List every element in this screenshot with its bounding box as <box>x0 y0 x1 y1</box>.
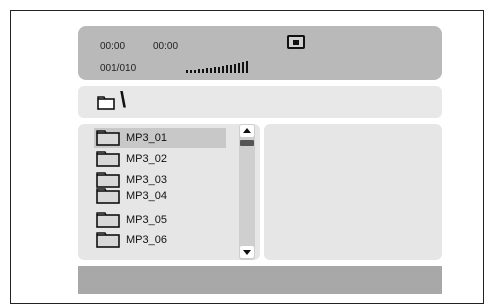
list-item-label: MP3_05 <box>126 214 167 226</box>
preview-pane <box>264 124 442 260</box>
file-list: MP3_01 MP3_02 MP3_03 MP3_04 MP3_05 MP3_0… <box>78 124 260 260</box>
list-item-mp3-01[interactable]: MP3_01 <box>94 128 226 148</box>
folder-icon <box>96 232 120 248</box>
list-item-label: MP3_01 <box>126 132 167 144</box>
list-item-mp3-06[interactable]: MP3_06 <box>94 230 226 250</box>
list-item-mp3-05[interactable]: MP3_05 <box>94 210 226 230</box>
elapsed-time: 00:00 <box>100 41 126 52</box>
list-item-label: MP3_03 <box>126 174 167 186</box>
arrow-down-icon <box>243 250 251 255</box>
status-bar: 00:00 00:00 001/010 <box>78 26 442 80</box>
folder-icon <box>96 151 120 167</box>
folder-icon <box>96 188 120 204</box>
stop-button[interactable] <box>287 35 305 49</box>
folder-icon <box>96 130 120 146</box>
scroll-down-button[interactable] <box>240 246 254 258</box>
total-time: 00:00 <box>153 41 179 52</box>
scroll-up-button[interactable] <box>240 125 254 137</box>
stop-square-icon <box>293 40 299 45</box>
list-item-mp3-02[interactable]: MP3_02 <box>94 149 226 169</box>
list-item-label: MP3_06 <box>126 234 167 246</box>
arrow-up-icon <box>243 128 251 133</box>
current-path: \ <box>120 87 127 112</box>
path-bar: \ <box>78 86 442 118</box>
list-item-label: MP3_02 <box>126 153 167 165</box>
list-item-mp3-04[interactable]: MP3_04 <box>94 186 226 206</box>
folder-icon <box>96 212 120 228</box>
bottom-info-bar <box>78 266 442 294</box>
scroll-thumb[interactable] <box>240 140 254 146</box>
file-list-scrollbar[interactable] <box>238 124 256 260</box>
list-item-label: MP3_04 <box>126 190 167 202</box>
track-counter: 001/010 <box>100 63 137 74</box>
folder-icon <box>97 96 115 110</box>
